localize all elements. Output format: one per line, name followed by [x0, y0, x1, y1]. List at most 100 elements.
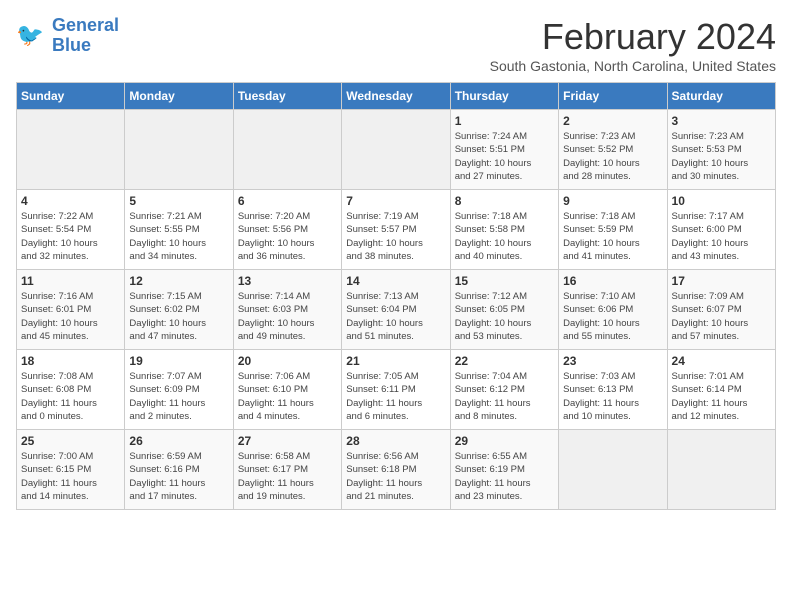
day-info: Sunrise: 6:55 AM Sunset: 6:19 PM Dayligh… [455, 450, 554, 503]
day-number: 22 [455, 354, 554, 368]
day-number: 5 [129, 194, 228, 208]
day-info: Sunrise: 7:21 AM Sunset: 5:55 PM Dayligh… [129, 210, 228, 263]
calendar-day-cell [342, 110, 450, 190]
calendar-day-cell: 25 Sunrise: 7:00 AM Sunset: 6:15 PM Dayli… [17, 430, 125, 510]
day-info: Sunrise: 7:19 AM Sunset: 5:57 PM Dayligh… [346, 210, 445, 263]
weekday-header-cell: Monday [125, 83, 233, 110]
calendar-body: 1 Sunrise: 7:24 AM Sunset: 5:51 PM Daylig… [17, 110, 776, 510]
day-info: Sunrise: 7:17 AM Sunset: 6:00 PM Dayligh… [672, 210, 771, 263]
calendar-week-row: 11 Sunrise: 7:16 AM Sunset: 6:01 PM Dayli… [17, 270, 776, 350]
day-number: 11 [21, 274, 120, 288]
month-title: February 2024 [490, 16, 776, 58]
day-number: 10 [672, 194, 771, 208]
day-number: 18 [21, 354, 120, 368]
day-info: Sunrise: 7:03 AM Sunset: 6:13 PM Dayligh… [563, 370, 662, 423]
calendar-day-cell: 1 Sunrise: 7:24 AM Sunset: 5:51 PM Daylig… [450, 110, 558, 190]
logo-icon: 🐦 [16, 20, 48, 52]
day-number: 15 [455, 274, 554, 288]
day-info: Sunrise: 7:15 AM Sunset: 6:02 PM Dayligh… [129, 290, 228, 343]
weekday-header-cell: Saturday [667, 83, 775, 110]
calendar-day-cell: 11 Sunrise: 7:16 AM Sunset: 6:01 PM Dayli… [17, 270, 125, 350]
calendar-day-cell: 12 Sunrise: 7:15 AM Sunset: 6:02 PM Dayli… [125, 270, 233, 350]
day-info: Sunrise: 7:16 AM Sunset: 6:01 PM Dayligh… [21, 290, 120, 343]
calendar-day-cell: 26 Sunrise: 6:59 AM Sunset: 6:16 PM Dayli… [125, 430, 233, 510]
day-info: Sunrise: 7:18 AM Sunset: 5:58 PM Dayligh… [455, 210, 554, 263]
day-number: 2 [563, 114, 662, 128]
day-number: 9 [563, 194, 662, 208]
calendar-week-row: 4 Sunrise: 7:22 AM Sunset: 5:54 PM Daylig… [17, 190, 776, 270]
day-number: 19 [129, 354, 228, 368]
day-info: Sunrise: 7:04 AM Sunset: 6:12 PM Dayligh… [455, 370, 554, 423]
calendar-day-cell [667, 430, 775, 510]
logo: 🐦 General Blue [16, 16, 119, 56]
day-number: 7 [346, 194, 445, 208]
weekday-header-cell: Sunday [17, 83, 125, 110]
calendar-day-cell: 19Sunrise: 7:07 AM Sunset: 6:09 PM Dayli… [125, 350, 233, 430]
title-area: February 2024 South Gastonia, North Caro… [490, 16, 776, 74]
calendar-day-cell: 21 Sunrise: 7:05 AM Sunset: 6:11 PM Dayli… [342, 350, 450, 430]
day-info: Sunrise: 7:23 AM Sunset: 5:52 PM Dayligh… [563, 130, 662, 183]
location-subtitle: South Gastonia, North Carolina, United S… [490, 58, 776, 74]
calendar-day-cell: 10 Sunrise: 7:17 AM Sunset: 6:00 PM Dayli… [667, 190, 775, 270]
calendar-day-cell: 28Sunrise: 6:56 AM Sunset: 6:18 PM Dayli… [342, 430, 450, 510]
calendar-day-cell: 3Sunrise: 7:23 AM Sunset: 5:53 PM Daylig… [667, 110, 775, 190]
day-info: Sunrise: 7:22 AM Sunset: 5:54 PM Dayligh… [21, 210, 120, 263]
page-header: 🐦 General Blue February 2024 South Gasto… [16, 16, 776, 74]
weekday-header-cell: Tuesday [233, 83, 341, 110]
weekday-header-row: SundayMondayTuesdayWednesdayThursdayFrid… [17, 83, 776, 110]
day-number: 27 [238, 434, 337, 448]
calendar-day-cell: 4 Sunrise: 7:22 AM Sunset: 5:54 PM Daylig… [17, 190, 125, 270]
day-number: 12 [129, 274, 228, 288]
day-info: Sunrise: 6:56 AM Sunset: 6:18 PM Dayligh… [346, 450, 445, 503]
calendar-day-cell: 17 Sunrise: 7:09 AM Sunset: 6:07 PM Dayli… [667, 270, 775, 350]
calendar-day-cell [559, 430, 667, 510]
logo-line2: Blue [52, 35, 91, 55]
calendar-day-cell: 18Sunrise: 7:08 AM Sunset: 6:08 PM Dayli… [17, 350, 125, 430]
day-info: Sunrise: 6:59 AM Sunset: 6:16 PM Dayligh… [129, 450, 228, 503]
calendar-day-cell [233, 110, 341, 190]
day-info: Sunrise: 7:24 AM Sunset: 5:51 PM Dayligh… [455, 130, 554, 183]
calendar-day-cell: 16 Sunrise: 7:10 AM Sunset: 6:06 PM Dayli… [559, 270, 667, 350]
day-info: Sunrise: 7:12 AM Sunset: 6:05 PM Dayligh… [455, 290, 554, 343]
calendar-day-cell: 5 Sunrise: 7:21 AM Sunset: 5:55 PM Daylig… [125, 190, 233, 270]
calendar-week-row: 1 Sunrise: 7:24 AM Sunset: 5:51 PM Daylig… [17, 110, 776, 190]
calendar-day-cell: 6Sunrise: 7:20 AM Sunset: 5:56 PM Daylig… [233, 190, 341, 270]
day-number: 17 [672, 274, 771, 288]
calendar-day-cell: 24 Sunrise: 7:01 AM Sunset: 6:14 PM Dayli… [667, 350, 775, 430]
calendar-day-cell [17, 110, 125, 190]
day-number: 14 [346, 274, 445, 288]
calendar-week-row: 18Sunrise: 7:08 AM Sunset: 6:08 PM Dayli… [17, 350, 776, 430]
day-info: Sunrise: 7:00 AM Sunset: 6:15 PM Dayligh… [21, 450, 120, 503]
calendar-day-cell: 22 Sunrise: 7:04 AM Sunset: 6:12 PM Dayli… [450, 350, 558, 430]
calendar-day-cell: 15 Sunrise: 7:12 AM Sunset: 6:05 PM Dayli… [450, 270, 558, 350]
day-info: Sunrise: 6:58 AM Sunset: 6:17 PM Dayligh… [238, 450, 337, 503]
day-number: 3 [672, 114, 771, 128]
day-number: 21 [346, 354, 445, 368]
calendar-day-cell [125, 110, 233, 190]
calendar-day-cell: 7 Sunrise: 7:19 AM Sunset: 5:57 PM Daylig… [342, 190, 450, 270]
day-info: Sunrise: 7:18 AM Sunset: 5:59 PM Dayligh… [563, 210, 662, 263]
day-info: Sunrise: 7:09 AM Sunset: 6:07 PM Dayligh… [672, 290, 771, 343]
calendar-day-cell: 2 Sunrise: 7:23 AM Sunset: 5:52 PM Daylig… [559, 110, 667, 190]
day-info: Sunrise: 7:05 AM Sunset: 6:11 PM Dayligh… [346, 370, 445, 423]
day-number: 16 [563, 274, 662, 288]
day-info: Sunrise: 7:01 AM Sunset: 6:14 PM Dayligh… [672, 370, 771, 423]
day-number: 4 [21, 194, 120, 208]
logo-text: General Blue [52, 16, 119, 56]
day-number: 1 [455, 114, 554, 128]
day-number: 24 [672, 354, 771, 368]
weekday-header-cell: Friday [559, 83, 667, 110]
day-number: 26 [129, 434, 228, 448]
day-number: 20 [238, 354, 337, 368]
day-info: Sunrise: 7:10 AM Sunset: 6:06 PM Dayligh… [563, 290, 662, 343]
calendar-table: SundayMondayTuesdayWednesdayThursdayFrid… [16, 82, 776, 510]
day-number: 8 [455, 194, 554, 208]
logo-line1: General [52, 15, 119, 35]
weekday-header-cell: Wednesday [342, 83, 450, 110]
day-number: 29 [455, 434, 554, 448]
calendar-day-cell: 27 Sunrise: 6:58 AM Sunset: 6:17 PM Dayli… [233, 430, 341, 510]
day-number: 25 [21, 434, 120, 448]
weekday-header-cell: Thursday [450, 83, 558, 110]
calendar-day-cell: 29 Sunrise: 6:55 AM Sunset: 6:19 PM Dayli… [450, 430, 558, 510]
svg-text:🐦: 🐦 [16, 22, 44, 47]
